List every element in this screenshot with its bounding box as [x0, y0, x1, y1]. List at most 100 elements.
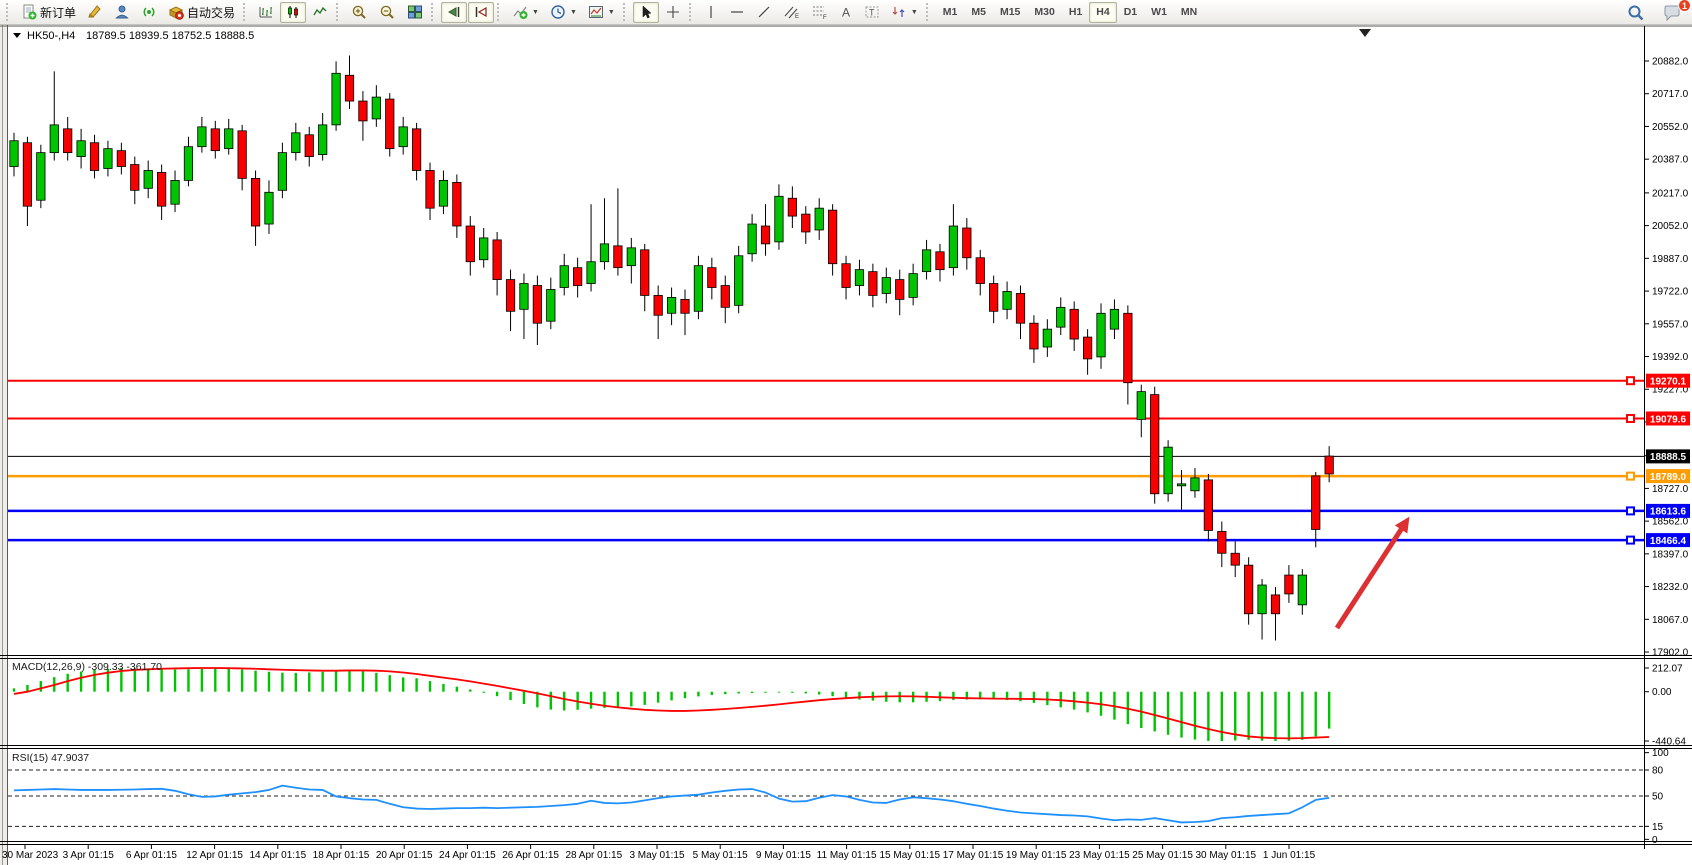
- gold-seal-button[interactable]: [82, 2, 108, 23]
- line-chart-icon: [312, 4, 328, 20]
- date-label: 24 Apr 01:15: [439, 850, 496, 861]
- hline-icon: [729, 4, 745, 20]
- trader-icon: [114, 4, 130, 20]
- price-tick-label: 20217.0: [1652, 188, 1689, 199]
- date-label: 9 May 01:15: [756, 850, 811, 861]
- timeframe-button-M5[interactable]: M5: [964, 2, 993, 23]
- toolbar-grip[interactable]: [431, 3, 436, 21]
- text-label-button[interactable]: T: [859, 2, 885, 23]
- candlestick-icon: [285, 4, 301, 20]
- vertical-line-button[interactable]: [699, 2, 723, 23]
- price-tick-label: 20387.0: [1652, 155, 1689, 166]
- chevron-down-icon: ▼: [608, 9, 615, 16]
- date-label: 17 May 01:15: [943, 850, 1004, 861]
- gold-seal-icon: [87, 4, 103, 20]
- search-button[interactable]: [1622, 2, 1650, 23]
- zoom-out-icon: [379, 4, 396, 21]
- chart-shift-button[interactable]: [468, 2, 494, 23]
- fibonacci-icon: F: [811, 4, 828, 20]
- date-label: 11 May 01:15: [817, 850, 877, 861]
- chart-window: 20882.020717.020552.020387.020217.020052…: [0, 25, 1692, 865]
- channel-button[interactable]: E: [778, 2, 805, 23]
- fibonacci-button[interactable]: F: [806, 2, 833, 23]
- timeframe-button-H4[interactable]: H4: [1089, 2, 1116, 23]
- rsi-label: RSI(15) 47.9037: [12, 752, 89, 764]
- line-chart-button[interactable]: [307, 2, 333, 23]
- cursor-button[interactable]: [633, 2, 659, 23]
- timeframe-button-M30[interactable]: M30: [1027, 2, 1061, 23]
- date-label: 30 May 01:15: [1195, 850, 1256, 861]
- periods-button[interactable]: ▼: [545, 2, 582, 23]
- macd-scale-label: -440.64: [1652, 736, 1686, 747]
- cursor-icon: [638, 4, 654, 20]
- price-tick-label: 18067.0: [1652, 615, 1689, 626]
- bar-chart-icon: [258, 4, 274, 20]
- date-label: 25 May 01:15: [1132, 850, 1193, 861]
- crosshair-icon: [665, 4, 681, 20]
- new-order-label: 新订单: [40, 4, 76, 21]
- rsi-scale-label: 80: [1652, 765, 1664, 776]
- timeframe-button-H1[interactable]: H1: [1062, 2, 1089, 23]
- toolbar-grip[interactable]: [243, 3, 248, 21]
- rsi-scale-label: 0: [1652, 835, 1658, 846]
- toolbar-grip[interactable]: [689, 3, 694, 21]
- auto-trading-button[interactable]: 自动交易: [163, 2, 240, 23]
- auto-trading-icon: [168, 4, 184, 20]
- timeframe-button-D1[interactable]: D1: [1117, 2, 1144, 23]
- price-chip-label: 18613.6: [1650, 507, 1687, 518]
- price-tick-label: 18232.0: [1652, 582, 1689, 593]
- chart-shift-icon: [473, 4, 489, 20]
- price-chip-label: 19270.1: [1650, 376, 1687, 387]
- date-label: 26 Apr 01:15: [502, 850, 559, 861]
- price-tick-label: 20552.0: [1652, 122, 1689, 133]
- chart-title-symbol: HK50-,H4: [27, 30, 75, 42]
- zoom-in-button[interactable]: [346, 2, 373, 23]
- crosshair-button[interactable]: [660, 2, 686, 23]
- toolbar-grip[interactable]: [6, 3, 11, 21]
- candlestick-button[interactable]: [280, 2, 306, 23]
- zoom-out-button[interactable]: [374, 2, 401, 23]
- trendline-button[interactable]: [751, 2, 777, 23]
- horizontal-line-button[interactable]: [724, 2, 750, 23]
- notifications-button[interactable]: 1: [1658, 2, 1686, 23]
- chart-title-ohlc: 18789.5 18939.5 18752.5 18888.5: [86, 30, 254, 42]
- toolbar-grip[interactable]: [926, 3, 931, 21]
- autoscroll-button[interactable]: [441, 2, 467, 23]
- timeframe-button-M15[interactable]: M15: [993, 2, 1027, 23]
- macd-plot-area[interactable]: [8, 658, 1644, 745]
- chevron-down-icon: ▼: [532, 9, 539, 16]
- search-icon: [1627, 4, 1645, 22]
- auto-trading-label: 自动交易: [187, 4, 235, 21]
- toolbar-grip[interactable]: [497, 3, 502, 21]
- rsi-scale-label: 15: [1652, 822, 1664, 833]
- date-label: 3 Apr 01:15: [63, 850, 115, 861]
- new-order-button[interactable]: 新订单: [16, 2, 81, 23]
- timeframe-button-W1[interactable]: W1: [1144, 2, 1174, 23]
- templates-button[interactable]: ▼: [583, 2, 620, 23]
- svg-text:F: F: [823, 15, 827, 20]
- autoscroll-icon: [446, 4, 462, 20]
- date-label: 6 Apr 01:15: [126, 850, 178, 861]
- text-button[interactable]: A: [834, 2, 858, 23]
- timeframe-button-M1[interactable]: M1: [936, 2, 965, 23]
- shapes-button[interactable]: ▼: [886, 2, 923, 23]
- bar-chart-button[interactable]: [253, 2, 279, 23]
- toolbar-grip[interactable]: [623, 3, 628, 21]
- toolbar-grip[interactable]: [336, 3, 341, 21]
- date-label: 30 Mar 2023: [2, 850, 59, 861]
- window-left-frame: [0, 25, 8, 865]
- trader-button[interactable]: [109, 2, 135, 23]
- date-label: 28 Apr 01:15: [565, 850, 622, 861]
- date-label: 20 Apr 01:15: [376, 850, 433, 861]
- signal-button[interactable]: [136, 2, 162, 23]
- price-tick-label: 17902.0: [1652, 648, 1689, 659]
- timeframe-button-MN[interactable]: MN: [1174, 2, 1204, 23]
- date-label: 14 Apr 01:15: [249, 850, 306, 861]
- tile-windows-button[interactable]: [402, 2, 428, 23]
- label-icon: T: [864, 4, 880, 20]
- indicators-button[interactable]: ▼: [507, 2, 544, 23]
- chart-plot-area[interactable]: [8, 27, 1644, 655]
- rsi-plot-area[interactable]: [8, 748, 1644, 841]
- price-tick-label: 19392.0: [1652, 352, 1689, 363]
- price-chip-label: 18789.0: [1650, 472, 1687, 483]
